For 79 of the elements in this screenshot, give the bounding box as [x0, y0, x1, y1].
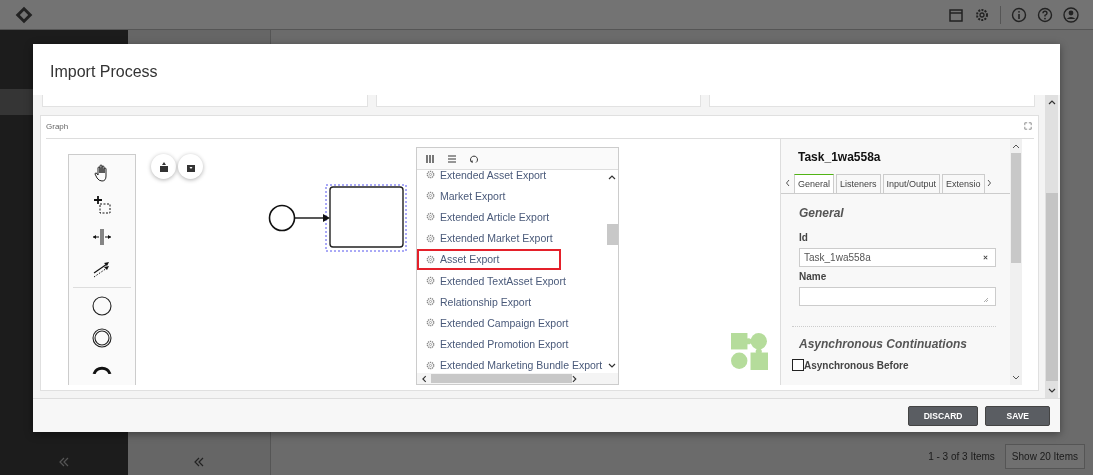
intermediate-event-icon[interactable] — [92, 328, 112, 348]
gear-icon — [426, 297, 435, 307]
discard-button[interactable]: DISCARD — [907, 405, 979, 426]
scrollbar[interactable] — [1010, 139, 1022, 385]
scroll-up-icon[interactable] — [608, 174, 616, 180]
menu-item[interactable]: Extended Market Export — [417, 227, 606, 249]
user-icon[interactable] — [1063, 6, 1079, 23]
scroll-thumb[interactable] — [1011, 153, 1021, 263]
id-field[interactable]: Task_1wa558a — [799, 248, 996, 267]
menu-icon[interactable] — [447, 153, 457, 164]
field-label: Name — [799, 271, 828, 282]
checkbox-label: Asynchronous Before — [804, 359, 909, 371]
menu-item[interactable]: Market Export — [417, 185, 606, 207]
space-tool-icon[interactable] — [92, 227, 112, 247]
menu-item[interactable]: Extended TextAsset Export — [417, 269, 606, 292]
scroll-thumb[interactable] — [430, 374, 573, 383]
scroll-down-icon[interactable] — [1012, 375, 1020, 381]
menu-item[interactable]: Asset Export — [417, 248, 561, 270]
element-title: Task_1wa558a — [797, 149, 882, 166]
field-label: Id — [799, 232, 809, 243]
gear-icon — [426, 339, 435, 349]
upload-icon — [158, 161, 169, 172]
save-button[interactable]: SAVE — [985, 405, 1050, 426]
tab[interactable]: Input/Output — [882, 174, 941, 193]
scroll-down-icon[interactable] — [608, 363, 616, 369]
start-event-icon[interactable] — [92, 296, 112, 316]
gear-icon — [426, 191, 435, 201]
tab[interactable]: Listeners — [836, 174, 881, 193]
chevron-right-icon[interactable] — [985, 179, 992, 187]
page-size-button[interactable]: Show 20 Items — [1004, 444, 1085, 469]
gear-icon — [426, 276, 435, 286]
menu-item[interactable]: Extended Article Export — [417, 206, 606, 228]
menu-item[interactable]: Extended Promotion Export — [417, 333, 606, 355]
resize-grip-icon — [983, 297, 989, 303]
scrollbar[interactable] — [417, 373, 618, 384]
logo-icon — [14, 4, 34, 25]
scroll-right-icon[interactable] — [572, 374, 578, 383]
columns-icon[interactable] — [425, 153, 435, 164]
checkbox[interactable] — [792, 359, 804, 371]
lasso-tool-icon[interactable] — [92, 195, 112, 215]
tab[interactable]: General — [794, 174, 835, 193]
menu-item[interactable]: Extended Asset Export — [417, 170, 606, 186]
dialog-title: Import Process — [50, 62, 158, 81]
start-event[interactable] — [268, 204, 296, 232]
name-field[interactable] — [799, 287, 996, 306]
sequence-arrow[interactable] — [294, 214, 330, 222]
scroll-up-icon[interactable] — [1047, 99, 1056, 105]
gear-icon — [426, 254, 435, 264]
tab[interactable]: Extensio — [942, 174, 985, 193]
gear-icon — [426, 170, 435, 180]
gear-icon — [426, 233, 435, 243]
chevron-left-icon[interactable] — [785, 179, 791, 187]
scroll-left-icon[interactable] — [421, 374, 427, 383]
connect-tool-icon[interactable] — [92, 259, 112, 279]
calendar-icon[interactable] — [948, 6, 964, 23]
scrollbar[interactable] — [1045, 95, 1058, 398]
menu-item[interactable]: Extended Campaign Export — [417, 312, 606, 334]
scroll-thumb[interactable] — [1045, 193, 1058, 381]
collapse-icon[interactable] — [193, 457, 205, 467]
puzzle-logo-icon — [731, 333, 768, 370]
upload-button[interactable] — [151, 154, 176, 179]
scroll-thumb[interactable] — [606, 224, 618, 245]
loop-icon[interactable] — [469, 153, 479, 164]
clear-icon[interactable] — [982, 254, 989, 261]
gear-icon — [426, 212, 435, 222]
graph-label: Graph — [46, 121, 69, 131]
help-icon[interactable] — [1037, 6, 1053, 23]
section-title: General — [799, 206, 845, 220]
gear-icon — [426, 360, 435, 370]
scroll-down-icon[interactable] — [1047, 388, 1056, 394]
section-title: Asynchronous Continuations — [799, 337, 968, 351]
settings-icon[interactable] — [974, 6, 990, 23]
download-button[interactable] — [178, 154, 203, 179]
scroll-up-icon[interactable] — [1012, 143, 1020, 149]
info-icon[interactable] — [1011, 6, 1027, 23]
menu-item[interactable]: Extended Marketing Bundle Export — [417, 354, 606, 373]
menu-item[interactable]: Relationship Export — [417, 291, 606, 313]
item-count: 1 - 3 of 3 Items — [928, 451, 995, 462]
gear-icon — [426, 318, 435, 328]
